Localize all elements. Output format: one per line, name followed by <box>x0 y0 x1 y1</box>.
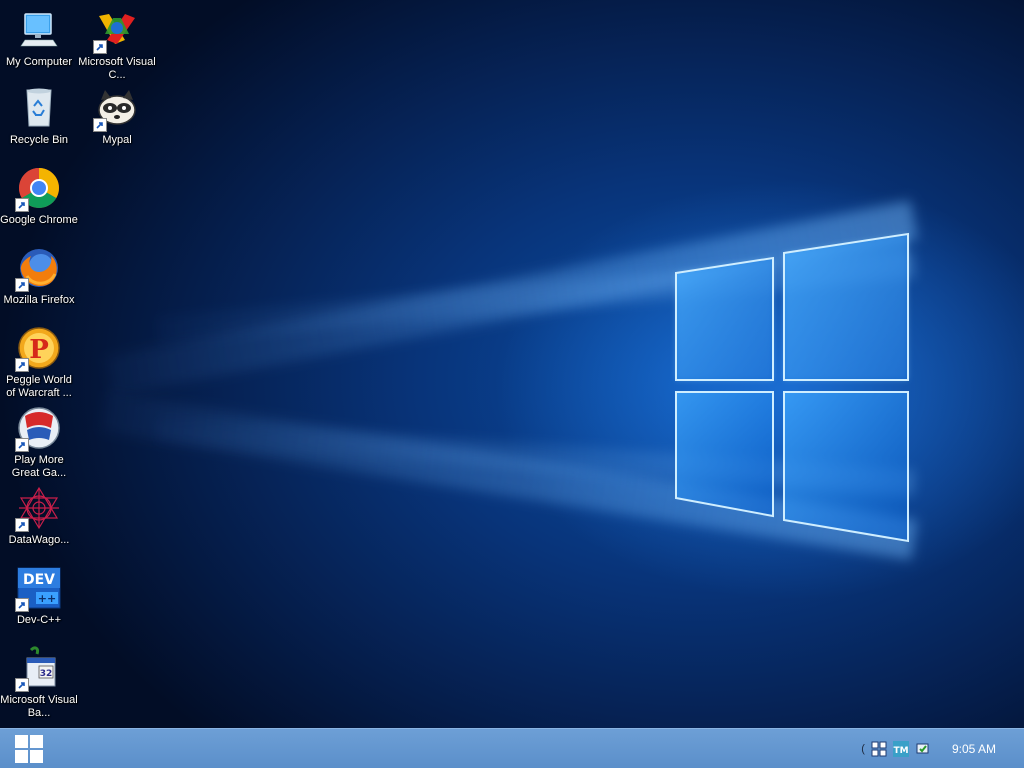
peggle-icon: P <box>15 324 63 372</box>
desktop-icon-mypal[interactable]: Mypal <box>78 84 156 160</box>
shortcut-arrow-icon <box>15 518 29 532</box>
icon-label: Dev-C++ <box>16 614 62 626</box>
firefox-icon <box>15 244 63 292</box>
icon-label: Play More Great Ga... <box>11 454 67 479</box>
system-tray: ( TM 9:05 AM <box>858 729 1024 769</box>
desktop[interactable]: My Computer Microsoft Visual C... Recycl… <box>0 0 1024 728</box>
shortcut-arrow-icon <box>15 198 29 212</box>
computer-icon <box>15 6 63 54</box>
shortcut-arrow-icon <box>15 598 29 612</box>
shortcut-arrow-icon <box>15 278 29 292</box>
icon-label: Mypal <box>102 134 132 146</box>
svg-text:DEV: DEV <box>23 572 55 588</box>
icon-label: My Computer <box>5 56 73 68</box>
icon-label: Microsoft Visual C... <box>78 56 156 81</box>
shortcut-arrow-icon <box>93 40 107 54</box>
desktop-icon-datawagon[interactable]: DataWago... <box>0 484 78 560</box>
svg-text:P: P <box>29 335 49 365</box>
icon-label: Peggle World of Warcraft ... <box>6 374 72 399</box>
svg-text:32: 32 <box>40 669 53 679</box>
svg-text:++: ++ <box>38 592 56 605</box>
mypal-raccoon-icon <box>93 84 141 132</box>
shortcut-arrow-icon <box>15 438 29 452</box>
icon-label: Recycle Bin <box>9 134 69 146</box>
desktop-icon-visual-cpp[interactable]: Microsoft Visual C... <box>78 6 156 82</box>
devcpp-icon: DEV ++ <box>15 564 63 612</box>
desktop-icon-recycle-bin[interactable]: Recycle Bin <box>0 84 78 160</box>
desktop-icon-dev-cpp[interactable]: DEV ++ Dev-C++ <box>0 564 78 640</box>
desktop-icon-google-chrome[interactable]: Google Chrome <box>0 164 78 240</box>
icon-label: Microsoft Visual Ba... <box>0 694 78 719</box>
desktop-icon-peggle[interactable]: P Peggle World of Warcraft ... <box>0 324 78 400</box>
svg-text:TM: TM <box>893 746 908 756</box>
popcap-icon <box>15 404 63 452</box>
shortcut-arrow-icon <box>93 118 107 132</box>
shortcut-arrow-icon <box>15 678 29 692</box>
datawagon-icon <box>15 484 63 532</box>
desktop-icon-my-computer[interactable]: My Computer <box>0 6 78 82</box>
windows-logo-icon <box>15 735 43 763</box>
visual-basic-icon: 32 <box>15 644 63 692</box>
network-icon[interactable] <box>915 741 931 757</box>
taskbar: ( TM 9:05 AM <box>0 728 1024 768</box>
taskbar-clock[interactable]: 9:05 AM <box>952 742 996 756</box>
desktop-icon-visual-basic[interactable]: 32 Microsoft Visual Ba... <box>0 644 78 720</box>
desktop-icon-mozilla-firefox[interactable]: Mozilla Firefox <box>0 244 78 320</box>
tray-chevron-button[interactable]: ( <box>861 743 865 755</box>
grid-app-icon[interactable] <box>871 741 887 757</box>
icon-label: DataWago... <box>8 534 70 546</box>
chrome-icon <box>15 164 63 212</box>
start-button[interactable] <box>8 733 50 765</box>
visual-cpp-icon <box>93 6 141 54</box>
icon-label: Mozilla Firefox <box>3 294 75 306</box>
desktop-icon-popcap[interactable]: Play More Great Ga... <box>0 404 78 480</box>
recycle-bin-icon <box>15 84 63 132</box>
tm-app-icon[interactable]: TM <box>892 741 909 757</box>
shortcut-arrow-icon <box>15 358 29 372</box>
icon-label: Google Chrome <box>0 214 78 226</box>
